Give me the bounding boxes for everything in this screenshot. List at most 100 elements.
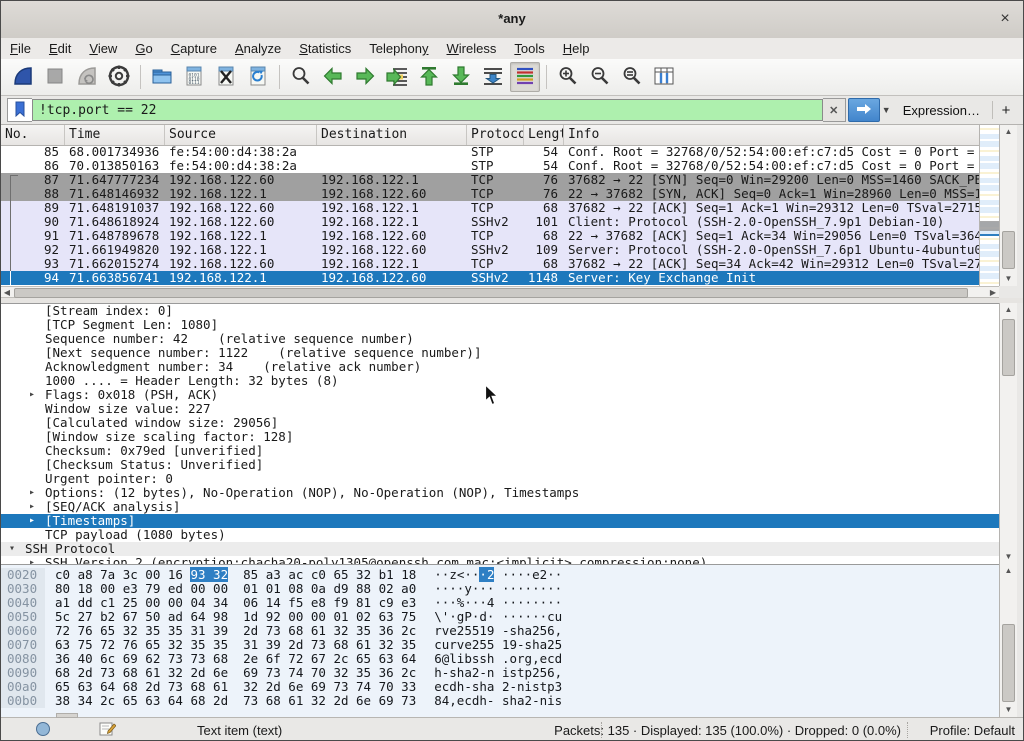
go-to-packet-button[interactable] <box>382 62 412 92</box>
ascii-bytes[interactable]: \'·gP·d· ······cu <box>416 610 562 624</box>
bytes-vscrollbar[interactable]: ▲ ▼ <box>999 564 1017 717</box>
detail-line[interactable]: [Window size scaling factor: 128] <box>1 430 999 444</box>
ascii-bytes[interactable]: ···%···4 ········ <box>416 596 562 610</box>
packet-row-90[interactable]: 9071.648618924192.168.122.60192.168.122.… <box>1 215 999 229</box>
detail-line[interactable]: [Next sequence number: 1122 (relative se… <box>1 346 999 360</box>
collapse-arrow-icon[interactable]: ▾ <box>9 542 15 556</box>
hex-row-0050[interactable]: 00505c 27 b2 67 50 ad 64 98 1d 92 00 00 … <box>1 610 999 624</box>
scroll-down-icon[interactable]: ▼ <box>1000 272 1017 286</box>
scroll-down-icon[interactable]: ▼ <box>1000 703 1017 717</box>
detail-line[interactable]: [Stream index: 0] <box>1 304 999 318</box>
hex-bytes[interactable]: 5c 27 b2 67 50 ad 64 98 1d 92 00 00 01 0… <box>45 610 416 624</box>
stop-capture-button[interactable] <box>40 62 70 92</box>
expand-arrow-icon[interactable]: ▸ <box>29 388 35 402</box>
menu-file[interactable]: File <box>1 39 40 58</box>
packet-row-85[interactable]: 8568.001734936fe:54:00:d4:38:2aSTP54Conf… <box>1 145 999 159</box>
menu-telephony[interactable]: Telephony <box>360 39 437 58</box>
ascii-bytes[interactable]: ··z<···2 ····e2·· <box>416 568 562 582</box>
window-close-button[interactable]: × <box>995 9 1015 29</box>
resize-columns-button[interactable] <box>649 62 679 92</box>
ascii-bytes[interactable]: 6@libssh .org,ecd <box>416 652 562 666</box>
save-file-button[interactable]: 010101100111 <box>179 62 209 92</box>
hex-bytes[interactable]: 65 63 64 68 2d 73 68 61 32 2d 6e 69 73 7… <box>45 680 416 694</box>
hex-row-0030[interactable]: 003080 18 00 e3 79 ed 00 00 01 01 08 0a … <box>1 582 999 596</box>
filter-clear-button[interactable]: ✕ <box>823 98 846 122</box>
hex-row-0060[interactable]: 006072 76 65 32 35 35 31 39 2d 73 68 61 … <box>1 624 999 638</box>
detail-line[interactable]: Acknowledgment number: 34 (relative ack … <box>1 360 999 374</box>
auto-scroll-button[interactable] <box>478 62 508 92</box>
open-file-button[interactable] <box>147 62 177 92</box>
scroll-thumb[interactable] <box>1002 231 1015 269</box>
ascii-bytes[interactable]: h-sha2-n istp256, <box>416 666 562 680</box>
detail-line[interactable]: ▸Options: (12 bytes), No-Operation (NOP)… <box>1 486 999 500</box>
menu-help[interactable]: Help <box>554 39 599 58</box>
capture-comment-icon[interactable] <box>99 721 116 740</box>
restart-capture-button[interactable] <box>72 62 102 92</box>
hex-row-00a0[interactable]: 00a065 63 64 68 2d 73 68 61 32 2d 6e 69 … <box>1 680 999 694</box>
detail-line[interactable]: Sequence number: 42 (relative sequence n… <box>1 332 999 346</box>
hex-bytes[interactable]: 36 40 6c 69 62 73 73 68 2e 6f 72 67 2c 6… <box>45 652 416 666</box>
detail-line[interactable]: ▸[SEQ/ACK analysis] <box>1 500 999 514</box>
hex-bytes[interactable]: 80 18 00 e3 79 ed 00 00 01 01 08 0a d9 8… <box>45 582 416 596</box>
capture-options-button[interactable] <box>104 62 134 92</box>
ascii-bytes[interactable]: ecdh-sha 2-nistp3 <box>416 680 562 694</box>
expert-info-icon[interactable] <box>35 721 51 740</box>
hex-row-0020[interactable]: 0020c0 a8 7a 3c 00 16 93 32 85 a3 ac c0 … <box>1 568 999 582</box>
scroll-up-icon[interactable]: ▲ <box>1000 125 1017 139</box>
zoom-100-button[interactable] <box>617 62 647 92</box>
detail-line[interactable]: Window size value: 227 <box>1 402 999 416</box>
column-header-destination[interactable]: Destination <box>317 125 467 145</box>
hex-bytes[interactable]: a1 dd c1 25 00 00 04 34 06 14 f5 e8 f9 8… <box>45 596 416 610</box>
ascii-bytes[interactable]: ····y··· ········ <box>416 582 562 596</box>
reload-file-button[interactable] <box>243 62 273 92</box>
detail-line[interactable]: Urgent pointer: 0 <box>1 472 999 486</box>
detail-line[interactable]: [TCP Segment Len: 1080] <box>1 318 999 332</box>
column-header-source[interactable]: Source <box>165 125 317 145</box>
scroll-thumb[interactable] <box>1002 319 1015 376</box>
column-header-length[interactable]: Length <box>524 125 564 145</box>
scroll-up-icon[interactable]: ▲ <box>1000 564 1017 578</box>
packet-row-89[interactable]: 8971.648191037192.168.122.60192.168.122.… <box>1 201 999 215</box>
filter-dropdown-button[interactable]: ▼ <box>880 99 893 121</box>
packet-row-91[interactable]: 9171.648789678192.168.122.1192.168.122.6… <box>1 229 999 243</box>
hex-bytes[interactable]: 72 76 65 32 35 35 31 39 2d 73 68 61 32 3… <box>45 624 416 638</box>
hex-bytes[interactable]: c0 a8 7a 3c 00 16 93 32 85 a3 ac c0 65 3… <box>45 568 416 582</box>
menu-tools[interactable]: Tools <box>505 39 553 58</box>
detail-line[interactable]: TCP payload (1080 bytes) <box>1 528 999 542</box>
packet-row-94[interactable]: 9471.663856741192.168.122.1192.168.122.6… <box>1 271 999 285</box>
ascii-bytes[interactable]: rve25519 -sha256, <box>416 624 562 638</box>
filter-add-button[interactable]: + <box>995 102 1017 119</box>
find-packet-button[interactable] <box>286 62 316 92</box>
go-forward-button[interactable] <box>350 62 380 92</box>
zoom-in-button[interactable] <box>553 62 583 92</box>
packet-list-hscrollbar[interactable]: ◀ ▶ <box>1 286 999 298</box>
detail-line[interactable]: ▾SSH Protocol <box>1 542 999 556</box>
zoom-out-button[interactable] <box>585 62 615 92</box>
hex-row-0070[interactable]: 007063 75 72 76 65 32 35 35 31 39 2d 73 … <box>1 638 999 652</box>
menu-analyze[interactable]: Analyze <box>226 39 290 58</box>
menu-statistics[interactable]: Statistics <box>290 39 360 58</box>
hex-row-0040[interactable]: 0040a1 dd c1 25 00 00 04 34 06 14 f5 e8 … <box>1 596 999 610</box>
menu-go[interactable]: Go <box>126 39 161 58</box>
column-header-protocol[interactable]: Protocol <box>467 125 524 145</box>
packet-list-vscrollbar[interactable]: ▲ ▼ <box>999 125 1017 286</box>
go-last-button[interactable] <box>446 62 476 92</box>
scroll-right-icon[interactable]: ▶ <box>987 287 999 297</box>
menu-capture[interactable]: Capture <box>162 39 226 58</box>
hscroll-thumb[interactable] <box>14 288 968 298</box>
column-header-time[interactable]: Time <box>65 125 165 145</box>
menu-edit[interactable]: Edit <box>40 39 80 58</box>
filter-apply-button[interactable] <box>848 98 880 122</box>
go-back-button[interactable] <box>318 62 348 92</box>
go-first-button[interactable] <box>414 62 444 92</box>
details-vscrollbar[interactable]: ▲ ▼ <box>999 303 1017 564</box>
colorize-button[interactable] <box>510 62 540 92</box>
detail-line[interactable]: 1000 .... = Header Length: 32 bytes (8) <box>1 374 999 388</box>
expand-arrow-icon[interactable]: ▸ <box>29 500 35 514</box>
detail-line[interactable]: [Calculated window size: 29056] <box>1 416 999 430</box>
column-header-info[interactable]: Info <box>564 125 999 145</box>
menu-view[interactable]: View <box>80 39 126 58</box>
scroll-up-icon[interactable]: ▲ <box>1000 303 1017 317</box>
packet-row-88[interactable]: 8871.648146932192.168.122.1192.168.122.6… <box>1 187 999 201</box>
hex-bytes[interactable]: 63 75 72 76 65 32 35 35 31 39 2d 73 68 6… <box>45 638 416 652</box>
